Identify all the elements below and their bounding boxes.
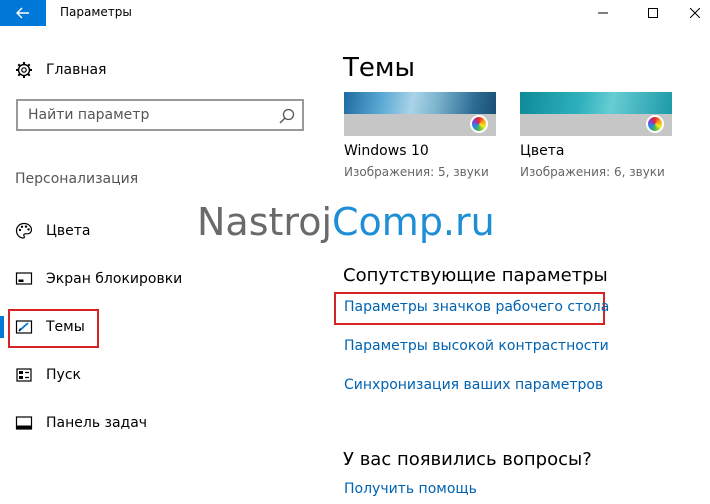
close-icon bbox=[690, 8, 700, 18]
theme-name: Цвета bbox=[520, 143, 565, 159]
back-button[interactable] bbox=[0, 0, 46, 26]
active-indicator bbox=[0, 316, 4, 338]
back-arrow-icon bbox=[16, 7, 29, 19]
minimize-icon bbox=[598, 12, 608, 14]
sidebar-item-colors[interactable]: Цвета bbox=[14, 219, 90, 243]
sidebar-item-label: Цвета bbox=[46, 223, 91, 239]
sidebar-item-taskbar[interactable]: Панель задач bbox=[14, 411, 147, 435]
sidebar-item-label: Панель задач bbox=[46, 415, 148, 431]
search-icon[interactable] bbox=[278, 107, 296, 125]
section-label: Персонализация bbox=[15, 171, 139, 187]
page-title: Темы bbox=[343, 53, 416, 83]
title-bar: Параметры bbox=[0, 0, 710, 26]
maximize-button[interactable] bbox=[630, 0, 676, 26]
theme-name: Windows 10 bbox=[344, 143, 429, 159]
maximize-icon bbox=[648, 8, 658, 18]
watermark: NastrojComp.ru bbox=[197, 200, 495, 244]
theme-card-colors[interactable]: Цвета Изображения: 6, звуки bbox=[520, 92, 672, 179]
highlight-box-themes bbox=[8, 309, 99, 348]
color-wheel-icon bbox=[470, 115, 488, 133]
sidebar-item-start[interactable]: Пуск bbox=[14, 363, 81, 387]
window-title: Параметры bbox=[60, 5, 132, 19]
theme-meta: Изображения: 5, звуки bbox=[344, 165, 489, 179]
color-wheel-icon bbox=[646, 115, 664, 133]
close-button[interactable] bbox=[672, 0, 710, 26]
link-desktop-icon-settings[interactable]: Параметры значков рабочего стола bbox=[344, 299, 609, 315]
link-high-contrast-settings[interactable]: Параметры высокой контрастности bbox=[344, 338, 609, 354]
theme-wallpaper bbox=[520, 92, 672, 114]
watermark-part2: Comp.ru bbox=[332, 200, 495, 244]
theme-meta: Изображения: 6, звуки bbox=[520, 165, 665, 179]
theme-preview bbox=[520, 92, 672, 136]
sidebar-item-label: Экран блокировки bbox=[46, 271, 183, 287]
link-get-help[interactable]: Получить помощь bbox=[344, 481, 477, 497]
home-label: Главная bbox=[46, 62, 107, 78]
search-box[interactable] bbox=[16, 99, 304, 131]
theme-preview bbox=[344, 92, 496, 136]
link-sync-settings[interactable]: Синхронизация ваших параметров bbox=[344, 377, 603, 393]
lock-screen-icon bbox=[14, 269, 34, 289]
search-input[interactable] bbox=[28, 107, 268, 123]
gear-icon bbox=[14, 60, 34, 80]
start-icon bbox=[14, 365, 34, 385]
theme-wallpaper bbox=[344, 92, 496, 114]
minimize-button[interactable] bbox=[580, 0, 626, 26]
questions-title: У вас появились вопросы? bbox=[343, 449, 592, 470]
sidebar-item-label: Пуск bbox=[46, 367, 81, 383]
sidebar-home[interactable]: Главная bbox=[14, 59, 106, 81]
related-settings-title: Сопутствующие параметры bbox=[343, 265, 608, 286]
sidebar-item-lock-screen[interactable]: Экран блокировки bbox=[14, 267, 182, 291]
taskbar-icon bbox=[14, 413, 34, 433]
theme-card-windows10[interactable]: Windows 10 Изображения: 5, звуки bbox=[344, 92, 496, 179]
watermark-part1: Nastroj bbox=[197, 200, 333, 244]
palette-icon bbox=[14, 221, 34, 241]
